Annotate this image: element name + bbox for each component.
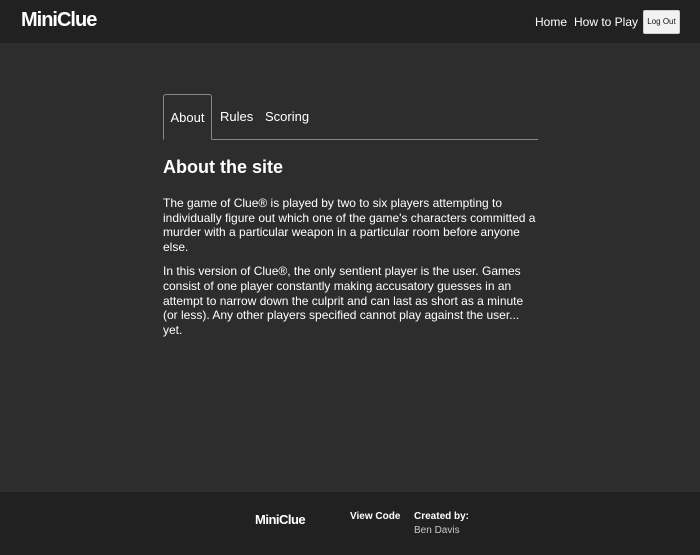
navbar: MiniClue Home How to Play Log Out [0,0,700,43]
nav-link-home[interactable]: Home [535,15,567,29]
nav-link-how-to-play[interactable]: How to Play [574,15,638,29]
created-by-label: Created by: [414,511,470,522]
brand-logo[interactable]: MiniClue [21,9,97,32]
footer: MiniClue View Code Created by: Ben Davis [0,492,700,555]
tab-scoring[interactable]: Scoring [265,94,309,140]
view-code-link[interactable]: View Code [350,511,400,522]
logout-button[interactable]: Log Out [643,10,680,34]
tab-bar: About Rules Scoring [163,94,538,140]
author-name: Ben Davis [414,525,460,536]
main-content: About Rules Scoring About the site The g… [163,94,538,337]
tab-rules[interactable]: Rules [220,94,253,140]
footer-brand-logo[interactable]: MiniClue [255,512,306,527]
tab-about[interactable]: About [163,94,212,140]
page-title: About the site [163,157,283,177]
about-paragraph-1: The game of Clue® is played by two to si… [163,196,536,254]
about-paragraph-2: In this version of Clue®, the only senti… [163,264,524,337]
